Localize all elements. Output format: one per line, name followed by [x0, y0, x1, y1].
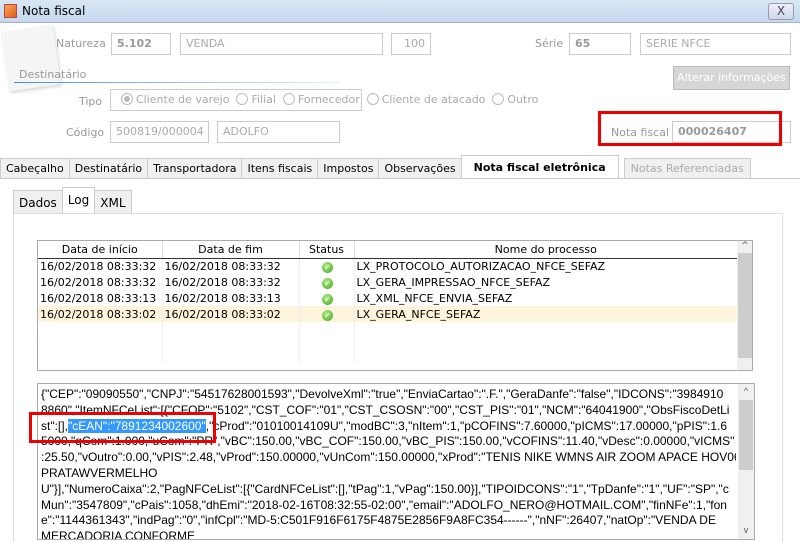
- tab-itens-fiscais[interactable]: Itens fiscais: [241, 158, 319, 178]
- column-header-status[interactable]: Status: [299, 241, 355, 259]
- codigo-field[interactable]: 500819/000004: [110, 121, 209, 143]
- tab-transportadora[interactable]: Transportadora: [147, 158, 243, 178]
- cell-status: ✓: [299, 290, 355, 306]
- app-icon: [4, 4, 17, 18]
- log-line: U"}],"NumeroCaixa":2,"PagNFCeList":[{"Ca…: [41, 481, 729, 496]
- status-ok-icon: ✓: [322, 261, 333, 273]
- tab-impostos[interactable]: Impostos: [317, 158, 380, 178]
- annotation-box-cean: [29, 412, 216, 443]
- log-line: :25.50,"vOutro":0.00,"vPIS":2.48,"vProd"…: [41, 450, 736, 465]
- log-line: MERCADORIA CONFORME: [41, 529, 196, 540]
- radio-icon: [492, 93, 505, 105]
- radio-icon: [236, 93, 249, 105]
- tab-cabecalho[interactable]: Cabeçalho: [0, 158, 70, 178]
- column-header-inicio[interactable]: Data de início: [38, 241, 163, 259]
- cell-fim: 16/02/2018 08:33:32: [162, 274, 300, 290]
- tab-notas-referenciadas[interactable]: Notas Referenciadas: [623, 158, 751, 178]
- cell-status: ✓: [299, 274, 355, 290]
- table-row[interactable]: 16/02/2018 08:33:32 16/02/2018 08:33:32 ✓ L…: [38, 258, 738, 274]
- cell-inicio: 16/02/2018 08:33:02: [38, 306, 163, 322]
- serie-desc-field[interactable]: SERIE NFCE: [640, 33, 791, 55]
- status-ok-icon: ✓: [322, 277, 333, 289]
- tab-xml[interactable]: XML: [94, 190, 132, 213]
- table-row[interactable]: 16/02/2018 08:33:32 16/02/2018 08:33:32 ✓ L…: [38, 274, 738, 290]
- cell-processo: LX_PROTOCOLO_AUTORIZACAO_NFCE_SEFAZ: [354, 258, 738, 274]
- log-line: PRATAWVERMELHO: [41, 465, 158, 480]
- sub-tabs: Dados Log XML: [13, 187, 132, 213]
- cell-fim: 16/02/2018 08:33:02: [162, 306, 300, 322]
- radio-outro[interactable]: Outro: [492, 93, 538, 106]
- status-ok-icon: ✓: [322, 293, 333, 305]
- tipo-radio-group: Cliente de varejo Filial Fornecedor Clie…: [110, 89, 538, 111]
- log-table: Data de início Data de fim Status Nome d…: [37, 240, 753, 371]
- section-divider: [14, 82, 340, 83]
- serie-code-field[interactable]: 65: [569, 33, 631, 55]
- window-title: Nota fiscal: [22, 4, 86, 18]
- annotation-box-nota-fiscal: [598, 111, 782, 146]
- empty-row: [38, 322, 738, 362]
- radio-cliente-varejo[interactable]: Cliente de varejo: [121, 93, 229, 106]
- radio-cliente-atacado[interactable]: Cliente de atacado: [366, 93, 485, 106]
- title-bar: Nota fiscal X: [0, 0, 800, 23]
- natureza-num-field[interactable]: 100: [391, 33, 431, 55]
- cell-fim: 16/02/2018 08:33:13: [162, 290, 300, 306]
- status-ok-icon: ✓: [322, 309, 333, 321]
- cell-status: ✓: [299, 306, 355, 322]
- column-header-processo[interactable]: Nome do processo: [354, 241, 738, 259]
- cell-status: ✓: [299, 258, 355, 274]
- tab-observacoes[interactable]: Observações: [378, 158, 462, 178]
- scroll-up-icon[interactable]: ^: [738, 384, 754, 398]
- table-row[interactable]: 16/02/2018 08:33:02 16/02/2018 08:33:02 ✓ L…: [38, 306, 738, 322]
- cell-processo: LX_GERA_IMPRESSAO_NFCE_SEFAZ: [354, 274, 738, 290]
- scrollbar-thumb[interactable]: [739, 400, 753, 470]
- scroll-down-icon[interactable]: v: [738, 523, 754, 539]
- tab-nota-fiscal-eletronica[interactable]: Nota fiscal eletrônica: [460, 155, 619, 178]
- log-line: e":"1144361343","indPag":"0","infCpl":"M…: [41, 513, 716, 528]
- radio-filial[interactable]: Filial: [236, 93, 276, 106]
- main-tabs: Cabeçalho Destinatário Transportadora It…: [0, 155, 751, 179]
- cell-inicio: 16/02/2018 08:33:32: [38, 258, 163, 274]
- radio-selected-icon: [121, 93, 133, 105]
- natureza-label: Natureza: [56, 37, 106, 50]
- cell-fim: 16/02/2018 08:33:32: [162, 258, 300, 274]
- natureza-desc-field[interactable]: VENDA: [180, 33, 383, 55]
- column-header-fim[interactable]: Data de fim: [162, 241, 300, 259]
- log-text: ,"cProd":"01010014109U","modBC":3,"nItem…: [205, 418, 727, 433]
- tab-dados[interactable]: Dados: [13, 190, 63, 213]
- cell-processo: LX_GERA_NFCE_SEFAZ: [354, 306, 738, 322]
- tipo-label: Tipo: [79, 95, 103, 108]
- radio-icon: [282, 93, 295, 105]
- serie-label: Série: [535, 37, 564, 50]
- log-line: Mun":"3547809","cPais":1058,"dhEmi":"201…: [41, 497, 727, 512]
- cell-processo: LX_XML_NFCE_ENVIA_SEFAZ: [354, 290, 738, 306]
- tab-destinatario[interactable]: Destinatário: [68, 158, 149, 178]
- cliente-nome-field[interactable]: ADOLFO: [217, 121, 340, 143]
- tab-log[interactable]: Log: [61, 187, 96, 213]
- destinatario-section-label: Destinatário: [19, 68, 87, 81]
- radio-icon: [366, 93, 379, 105]
- log-scrollbar[interactable]: ^ v: [738, 384, 754, 539]
- cell-inicio: 16/02/2018 08:33:13: [38, 290, 163, 306]
- radio-fornecedor[interactable]: Fornecedor: [282, 93, 360, 106]
- cell-inicio: 16/02/2018 08:33:32: [38, 274, 163, 290]
- natureza-code-field[interactable]: 5.102: [111, 33, 171, 55]
- table-scrollbar[interactable]: ^: [737, 241, 752, 370]
- table-row[interactable]: 16/02/2018 08:33:13 16/02/2018 08:33:13 ✓ L…: [38, 290, 738, 306]
- log-text-area[interactable]: {"CEP":"09090550","CNPJ":"54517628001593…: [37, 383, 755, 540]
- codigo-label: Código: [66, 126, 105, 139]
- scroll-up-icon[interactable]: ^: [737, 241, 752, 251]
- alterar-informacoes-button[interactable]: Alterar informações: [673, 66, 790, 90]
- close-button[interactable]: X: [768, 3, 794, 20]
- log-line: {"CEP":"09090550","CNPJ":"54517628001593…: [41, 387, 724, 401]
- scrollbar-thumb[interactable]: [738, 253, 752, 358]
